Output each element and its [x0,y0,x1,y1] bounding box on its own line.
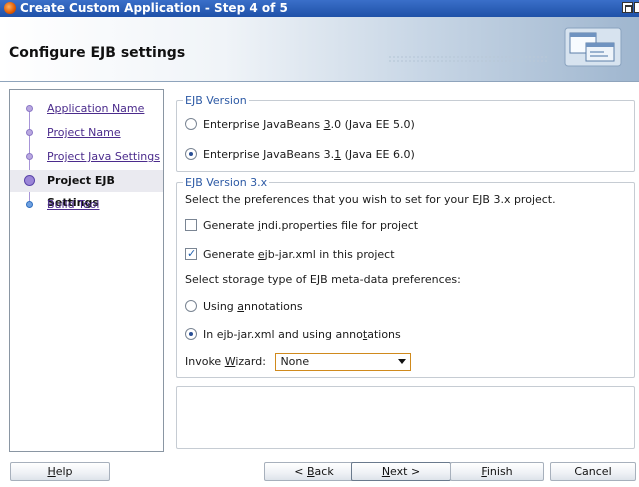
option-label-pre: Generate [203,219,258,232]
step-build-tool[interactable]: Build Tool [10,194,163,216]
empty-panel-area [176,386,635,449]
ejb-version-group: EJB Version Enterprise JavaBeans 3.0 (Ja… [176,94,635,172]
window-titlebar: Create Custom Application - Step 4 of 5 [0,0,639,17]
step-node-icon [26,153,33,160]
step-current-node-icon [24,175,35,186]
button-bar: Help < Back Next > Finish Cancel [0,452,639,487]
step-label: Application Name [47,102,145,115]
step-node-icon [26,105,33,112]
close-button[interactable] [634,2,639,13]
mnemonic: N [381,465,391,478]
cancel-button[interactable]: Cancel [550,462,636,481]
option-label-post: .0 (Java EE 5.0) [330,118,415,131]
help-button[interactable]: Help [10,462,110,481]
step-application-name[interactable]: Application Name [10,98,163,120]
step-project-java-settings[interactable]: Project Java Settings [10,146,163,168]
settings-panel: EJB Version Enterprise JavaBeans 3.0 (Ja… [176,89,637,452]
button-label: ack [314,465,334,478]
step-label: Project Java Settings [47,150,160,163]
button-label: elp [55,465,73,478]
ejb-30-option[interactable]: Enterprise JavaBeans 3.0 (Java EE 5.0) [185,117,415,133]
back-button[interactable]: < Back [264,462,364,481]
ejb-31-option[interactable]: Enterprise JavaBeans 3.1 (Java EE 6.0) [185,147,415,163]
mnemonic: 3 [323,118,331,131]
wizard-label-pre: Invoke [185,355,225,368]
mnemonic: H [47,465,56,478]
intro-text: Select the preferences that you wish to … [185,193,556,206]
ejb-jar-checkbox[interactable] [185,246,197,262]
storage-label: Select storage type of EJB meta-data pre… [185,273,461,286]
option-label-post: jb-jar.xml in this project [264,248,395,261]
wizard-header: Configure EJB settings [0,17,639,82]
step-node-icon [26,129,33,136]
option-label-pre: Using [203,300,238,313]
button-label: inish [486,465,513,478]
next-button[interactable]: Next > [351,462,451,481]
option-label-pre: Enterprise JavaBeans [203,118,324,131]
mnemonic: B [307,465,315,478]
select-value: None [280,355,310,368]
finish-button[interactable]: Finish [450,462,544,481]
step-project-ejb-settings[interactable]: Project EJB Settings [10,170,163,209]
annotations-radio[interactable] [185,300,197,312]
jndi-option[interactable]: Generate jndi.properties file for projec… [185,218,418,234]
option-label-post: (Java EE 6.0) [341,148,415,161]
mnemonic: e [257,248,265,261]
wizard-label-post: izard: [235,355,266,368]
step-node-icon [26,201,33,208]
option-label-pre: In ejb-jar.xml and using anno [203,328,363,341]
jndi-checkbox[interactable] [185,219,197,231]
invoke-wizard-row: Invoke Wizard: None [185,352,412,372]
ejb-3x-intro: Select the preferences that you wish to … [185,192,556,208]
maximize-button[interactable] [622,2,633,13]
xml-annotations-radio[interactable] [185,328,197,340]
header-decoration [388,55,548,63]
button-label: Cancel [574,465,612,478]
wizard-banner-icon [564,27,622,67]
step-project-name[interactable]: Project Name [10,122,163,144]
option-label-post: nnotations [244,300,303,313]
button-label-pre: < [294,465,307,478]
option-label-post: ations [367,328,401,341]
xml-annotations-option[interactable]: In ejb-jar.xml and using annotations [185,327,401,343]
mnemonic: W [224,355,236,368]
option-label-pre: Generate [203,248,258,261]
invoke-wizard-select[interactable]: None [275,353,412,371]
app-icon [4,2,16,14]
ejb-3x-group: EJB Version 3.x Select the preferences t… [176,176,635,378]
group-legend: EJB Version [183,94,249,107]
step-label: Build Tool [47,198,100,211]
option-label-pre: Enterprise JavaBeans 3. [203,148,335,161]
step-label: Project Name [47,126,121,139]
ejb-30-radio[interactable] [185,118,197,130]
steps-panel: Application Name Project Name Project Ja… [9,89,164,452]
ejb-31-radio[interactable] [185,148,197,160]
annotations-option[interactable]: Using annotations [185,299,303,315]
group-legend: EJB Version 3.x [183,176,270,189]
window-title: Create Custom Application - Step 4 of 5 [20,1,288,15]
option-label-post: ndi.properties file for project [260,219,419,232]
storage-label-row: Select storage type of EJB meta-data pre… [185,272,461,288]
page-title: Configure EJB settings [9,45,186,61]
button-label: ext > [390,465,421,478]
chevron-down-icon [398,359,407,364]
ejb-jar-option[interactable]: Generate ejb-jar.xml in this project [185,246,395,263]
